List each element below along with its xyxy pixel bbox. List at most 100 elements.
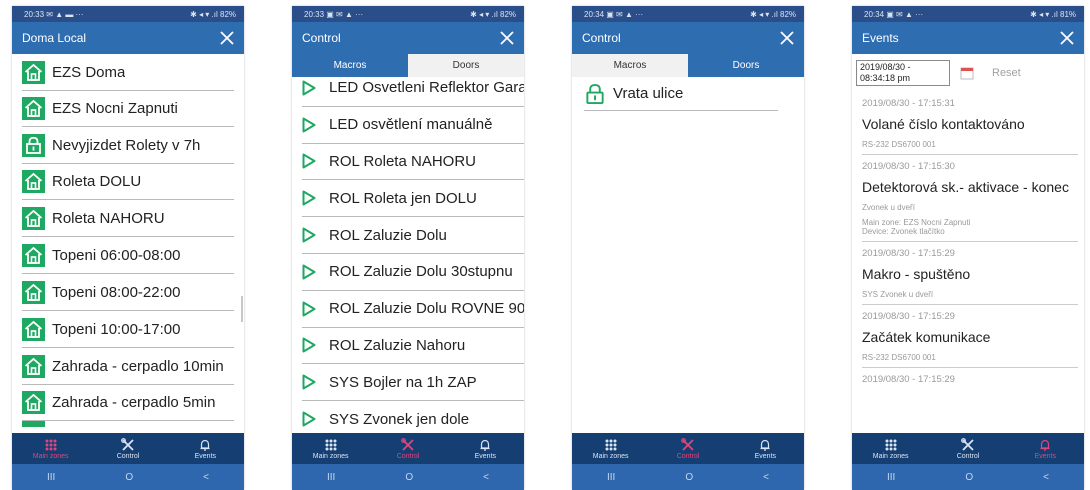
macro-item[interactable]: ROL Roleta jen DOLU [302, 180, 524, 218]
system-nav-bar: III O < [572, 464, 804, 490]
home-button[interactable]: O [965, 472, 973, 483]
close-button[interactable] [214, 25, 240, 51]
zone-item[interactable]: EZS Doma [22, 55, 234, 91]
home-icon [22, 280, 45, 304]
back-button[interactable]: < [203, 472, 209, 483]
nav-events[interactable]: Events [447, 433, 524, 464]
title-bar: Doma Local [12, 22, 244, 54]
macro-item[interactable]: ROL Zaluzie Dolu ROVNE 90 [302, 291, 524, 328]
nav-events[interactable]: Events [167, 433, 244, 464]
back-button[interactable]: < [483, 472, 489, 483]
status-time: 20:34 [864, 9, 885, 19]
calendar-icon[interactable] [959, 65, 975, 81]
scrollbar[interactable] [241, 296, 243, 322]
home-button[interactable]: O [125, 472, 133, 483]
nav-main-zones[interactable]: Main zones [852, 433, 929, 464]
macro-item[interactable]: ROL Roleta NAHORU [302, 144, 524, 181]
zone-item[interactable]: Roleta NAHORU [22, 200, 234, 237]
event-item[interactable]: 2019/08/30 - 17:15:30 Detektorová sk.- ak… [862, 155, 1078, 242]
zone-item[interactable]: Roleta DOLU [22, 164, 234, 200]
phone-main-zones: 20:33 ✉ ▲ ▬ ··· ✱ ◂ ▾ .ıl 82% Doma Local… [12, 6, 244, 490]
home-icon [22, 421, 45, 427]
status-time: 20:33 [24, 9, 45, 19]
tab-bar: Macros Doors [572, 54, 804, 77]
macro-label: ROL Roleta NAHORU [329, 152, 476, 170]
close-button[interactable] [1054, 25, 1080, 51]
door-item[interactable]: Vrata ulice [584, 77, 778, 111]
zone-item[interactable]: Zahrada - cerpadlo 10min [22, 348, 234, 385]
close-icon [780, 31, 794, 45]
recent-apps-button[interactable]: III [47, 472, 55, 483]
zone-list: EZS Doma EZS Nocni Zapnuti Nevyjizdet Role… [12, 54, 244, 427]
event-title: Volané číslo kontaktováno [862, 116, 1025, 132]
macro-item[interactable]: ROL Zaluzie Dolu [302, 217, 524, 254]
nav-events-label: Events [474, 452, 497, 460]
zone-item[interactable]: Nevyjizdet Rolety v 7h [22, 127, 234, 164]
event-item[interactable]: 2019/08/30 - 17:15:31 Volané číslo kontak… [862, 92, 1078, 155]
macro-item[interactable]: LED osvětlení manuálně [302, 107, 524, 144]
tab-macros[interactable]: Macros [572, 54, 688, 77]
macro-item[interactable]: SYS Bojler na 1h ZAP [302, 364, 524, 402]
event-date: 2019/08/30 - 17:15:31 [862, 98, 955, 109]
home-button[interactable]: O [405, 472, 413, 483]
home-icon [22, 206, 45, 230]
zone-label: Roleta DOLU [52, 173, 142, 190]
close-icon [500, 31, 514, 45]
recent-apps-button[interactable]: III [887, 472, 895, 483]
close-button[interactable] [774, 25, 800, 51]
zone-item[interactable]: Zahrada - cerpadlo 5min [22, 385, 234, 421]
zone-item[interactable]: Topeni 10:00-17:00 [22, 311, 234, 348]
nav-control[interactable]: Control [369, 433, 446, 464]
back-button[interactable]: < [1043, 472, 1049, 483]
macro-label: LED Osvetleni Reflektor Garaz [329, 79, 524, 97]
nav-control-label: Control [396, 452, 420, 460]
nav-events[interactable]: Events [1007, 433, 1084, 464]
tools-icon [961, 437, 974, 451]
tab-doors[interactable]: Doors [688, 54, 804, 77]
nav-main-zones[interactable]: Main zones [292, 433, 369, 464]
grid-icon [885, 439, 897, 450]
bottom-nav: Main zones Control Events [292, 433, 524, 464]
macro-item[interactable]: ROL Zaluzie Nahoru [302, 328, 524, 365]
zone-item[interactable]: EZS Nocni Zapnuti [22, 91, 234, 127]
macro-label: SYS Bojler na 1h ZAP [329, 373, 477, 391]
event-item[interactable]: 2019/08/30 - 17:15:29 [862, 368, 1078, 390]
reset-button[interactable]: Reset [992, 67, 1021, 79]
door-label: Vrata ulice [613, 85, 684, 102]
recent-apps-button[interactable]: III [327, 472, 335, 483]
back-button[interactable]: < [763, 472, 769, 483]
macro-label: LED osvětlení manuálně [329, 116, 493, 134]
nav-control-label: Control [956, 452, 980, 460]
nav-control[interactable]: Control [929, 433, 1006, 464]
nav-main-zones-label: Main zones [592, 452, 629, 460]
nav-control[interactable]: Control [89, 433, 166, 464]
event-title: Makro - spuštěno [862, 266, 971, 282]
nav-main-zones-label: Main zones [872, 452, 909, 460]
close-button[interactable] [494, 25, 520, 51]
nav-main-zones[interactable]: Main zones [12, 433, 89, 464]
zone-item-partial[interactable] [22, 421, 244, 427]
home-icon [22, 354, 45, 378]
macro-item[interactable]: ROL Zaluzie Dolu 30stupnu [302, 254, 524, 291]
filter-date-input[interactable]: 2019/08/30 - 08:34:18 pm [856, 60, 950, 86]
nav-control[interactable]: Control [649, 433, 726, 464]
home-icon [22, 61, 45, 84]
zone-label: Zahrada - cerpadlo 10min [52, 357, 224, 375]
event-date: 2019/08/30 - 17:15:29 [862, 311, 955, 322]
nav-events[interactable]: Events [727, 433, 804, 464]
title-bar: Control [572, 22, 804, 54]
event-item[interactable]: 2019/08/30 - 17:15:29 Makro - spuštěno SYS… [862, 242, 1078, 305]
status-right: ✱ ◂ ▾ .ıl 82% [470, 9, 516, 19]
recent-apps-button[interactable]: III [607, 472, 615, 483]
event-item[interactable]: 2019/08/30 - 17:15:29 Začátek komunikace R… [862, 305, 1078, 368]
tab-macros[interactable]: Macros [292, 54, 408, 77]
event-title: Detektorová sk.- aktivace - konec [862, 179, 1069, 195]
zone-item[interactable]: Topeni 08:00-22:00 [22, 274, 234, 311]
nav-main-zones[interactable]: Main zones [572, 433, 649, 464]
bell-icon [1040, 439, 1050, 451]
play-icon [302, 190, 316, 206]
tab-doors[interactable]: Doors [408, 54, 524, 77]
play-icon [302, 264, 316, 280]
home-button[interactable]: O [685, 472, 693, 483]
zone-item[interactable]: Topeni 06:00-08:00 [22, 237, 234, 274]
